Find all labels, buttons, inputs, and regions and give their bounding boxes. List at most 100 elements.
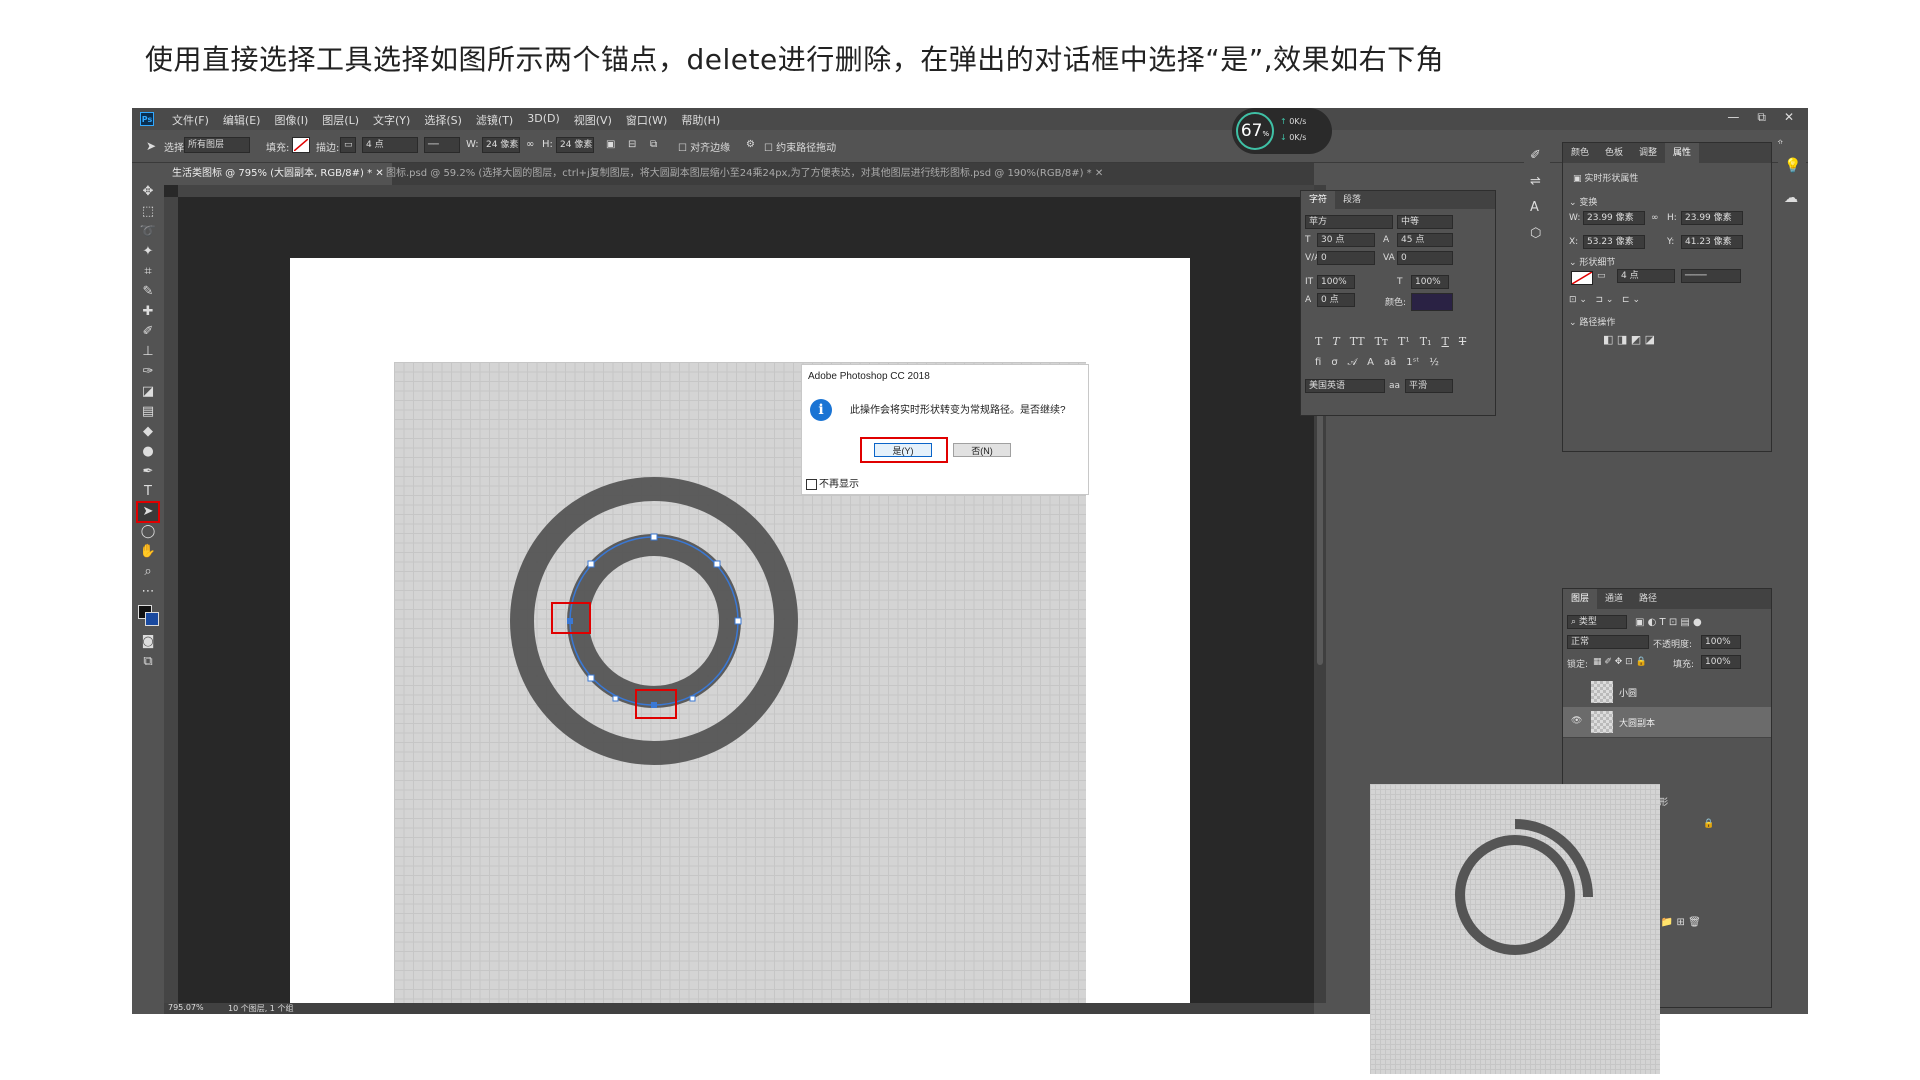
link-icon[interactable]: ∞ xyxy=(1651,213,1659,223)
tab-doc-2[interactable]: 图标.psd @ 59.2% (选择大圆的图层，ctrl+j复制图层，将大圆副本… xyxy=(378,163,934,185)
screen-mode-icon[interactable]: ⧉ xyxy=(138,653,158,671)
marquee-tool-icon[interactable]: ⬚ xyxy=(138,203,158,221)
3d-icon[interactable]: ⬡ xyxy=(1530,226,1541,241)
eye-icon[interactable]: 👁 xyxy=(1571,716,1582,726)
constrain-path-checkbox[interactable]: ☐ 约束路径拖动 xyxy=(764,139,836,154)
stroke-width-field[interactable]: 4 点 xyxy=(362,137,418,153)
fraction-icon[interactable]: ½ xyxy=(1429,357,1439,368)
language-dropdown[interactable]: 美国英语 xyxy=(1305,379,1385,393)
path-operations-section[interactable]: ⌄ 路径操作 xyxy=(1569,315,1615,328)
magic-wand-tool-icon[interactable]: ✦ xyxy=(138,243,158,261)
opacity-field[interactable]: 100% xyxy=(1701,635,1741,649)
tab-layers[interactable]: 图层 xyxy=(1563,589,1598,609)
layer-row[interactable]: 👁 大圆副本 xyxy=(1563,707,1771,738)
all-caps-icon[interactable]: TT xyxy=(1350,335,1365,348)
lasso-tool-icon[interactable]: ➰ xyxy=(138,223,158,241)
strikethrough-icon[interactable]: T xyxy=(1459,335,1466,348)
menu-window[interactable]: 窗口(W) xyxy=(626,112,667,128)
font-family-dropdown[interactable]: 苹方 xyxy=(1305,215,1393,229)
quick-mask-icon[interactable]: ◙ xyxy=(138,633,158,651)
underline-icon[interactable]: T xyxy=(1442,335,1449,348)
select-dropdown[interactable]: 所有图层 xyxy=(184,137,250,153)
arrow-tool-icon[interactable]: ➤ xyxy=(146,139,156,153)
crop-tool-icon[interactable]: ⌗ xyxy=(138,263,158,281)
titling-icon[interactable]: aā xyxy=(1384,357,1396,368)
yes-button[interactable]: 是(Y) xyxy=(874,443,932,457)
font-weight-dropdown[interactable]: 中等 xyxy=(1397,215,1453,229)
tracking-field[interactable]: 0 xyxy=(1397,251,1453,265)
shape-width-field[interactable]: 23.99 像素 xyxy=(1583,211,1645,225)
hand-tool-icon[interactable]: ✋ xyxy=(138,543,158,561)
path-arrange-icon[interactable]: ⧉ xyxy=(650,139,657,150)
history-brush-tool-icon[interactable]: ✑ xyxy=(138,363,158,381)
menu-layer[interactable]: 图层(L) xyxy=(322,112,359,128)
swash-icon[interactable]: 𝒜 xyxy=(1348,357,1357,368)
tab-color[interactable]: 颜色 xyxy=(1563,143,1597,163)
baseline-field[interactable]: 0 点 xyxy=(1317,293,1355,307)
tab-channels[interactable]: 通道 xyxy=(1597,589,1631,609)
superscript-icon[interactable]: T¹ xyxy=(1398,335,1410,348)
shape-fill-swatch[interactable] xyxy=(1571,271,1593,285)
scrollbar-thumb[interactable] xyxy=(1317,405,1323,665)
text-color-swatch[interactable] xyxy=(1411,293,1453,311)
brush-settings-icon[interactable]: ✐ xyxy=(1530,148,1541,163)
ordinal-icon[interactable]: 1ˢᵗ xyxy=(1406,357,1419,368)
faux-bold-icon[interactable]: T xyxy=(1315,335,1322,348)
menu-edit[interactable]: 编辑(E) xyxy=(223,112,261,128)
stroke-align-dropdown[interactable]: ⊡ ⌄ ⊐ ⌄ ⊏ ⌄ xyxy=(1569,295,1640,305)
vertical-scale-field[interactable]: 100% xyxy=(1317,275,1355,289)
subscript-icon[interactable]: T₁ xyxy=(1420,335,1432,348)
stamp-tool-icon[interactable]: ⊥ xyxy=(138,343,158,361)
blur-tool-icon[interactable]: ◆ xyxy=(138,423,158,441)
menu-3d[interactable]: 3D(D) xyxy=(527,112,560,128)
tab-character[interactable]: 字符 xyxy=(1301,191,1336,209)
eyedropper-tool-icon[interactable]: ✎ xyxy=(138,283,158,301)
close-button[interactable]: ✕ xyxy=(1784,110,1794,125)
font-size-field[interactable]: 30 点 xyxy=(1317,233,1375,247)
height-field[interactable]: 24 像素 xyxy=(556,137,594,153)
kerning-field[interactable]: 0 xyxy=(1317,251,1375,265)
tab-paths[interactable]: 路径 xyxy=(1631,589,1665,609)
path-align-icon[interactable]: ⊟ xyxy=(628,139,636,150)
dont-show-checkbox[interactable]: 不再显示 xyxy=(806,475,859,490)
menu-view[interactable]: 视图(V) xyxy=(574,112,612,128)
lock-icons[interactable]: ▦ ✐ ✥ ⊡ 🔒 xyxy=(1593,657,1647,667)
tab-paragraph[interactable]: 段落 xyxy=(1335,191,1369,209)
fill-swatch[interactable] xyxy=(292,137,310,153)
direct-selection-tool-icon[interactable]: ➤ xyxy=(136,501,160,523)
horizontal-scale-field[interactable]: 100% xyxy=(1411,275,1449,289)
shape-height-field[interactable]: 23.99 像素 xyxy=(1681,211,1743,225)
old-style-icon[interactable]: σ xyxy=(1331,357,1337,368)
antialias-dropdown[interactable]: 平滑 xyxy=(1405,379,1453,393)
move-tool-icon[interactable]: ✥ xyxy=(138,183,158,201)
color-swatches-icon[interactable] xyxy=(138,605,159,627)
canvas-area[interactable] xyxy=(164,185,1314,1003)
gradient-tool-icon[interactable]: ▤ xyxy=(138,403,158,421)
align-edges-checkbox[interactable]: ☐ 对齐边缘 xyxy=(678,139,730,154)
adjust-sliders-icon[interactable]: ⇌ xyxy=(1530,174,1541,189)
menu-help[interactable]: 帮助(H) xyxy=(681,112,720,128)
gear-icon[interactable]: ⚙ xyxy=(746,139,755,150)
faux-italic-icon[interactable]: T xyxy=(1332,335,1339,348)
cloud-icon[interactable]: ☁ xyxy=(1784,190,1798,206)
menu-type[interactable]: 文字(Y) xyxy=(373,112,410,128)
shape-stroke-width-field[interactable]: 4 点 xyxy=(1617,269,1675,283)
dodge-tool-icon[interactable]: ● xyxy=(138,443,158,461)
tab-properties[interactable]: 属性 xyxy=(1665,143,1700,163)
path-operation-buttons[interactable]: ◧ ◨ ◩ ◪ xyxy=(1603,333,1655,346)
ellipse-tool-icon[interactable]: ◯ xyxy=(138,523,158,541)
no-button[interactable]: 否(N) xyxy=(953,443,1011,457)
tab-doc-1[interactable]: 生活类图标 @ 795% (大圆副本, RGB/8#) * ✕ xyxy=(164,163,392,185)
healing-tool-icon[interactable]: ✚ xyxy=(138,303,158,321)
layer-filter-dropdown[interactable]: ⌕ 类型 xyxy=(1567,615,1627,629)
width-field[interactable]: 24 像素 xyxy=(482,137,520,153)
character-icon[interactable]: A xyxy=(1530,200,1539,215)
small-caps-icon[interactable]: Tᴛ xyxy=(1375,335,1388,348)
fill-field[interactable]: 100% xyxy=(1701,655,1741,669)
stroke-swatch[interactable]: ▭ xyxy=(340,137,356,153)
brush-tool-icon[interactable]: ✐ xyxy=(138,323,158,341)
path-ops-icon[interactable]: ▣ xyxy=(606,139,615,150)
zoom-tool-icon[interactable]: ⌕ xyxy=(138,563,158,581)
menu-file[interactable]: 文件(F) xyxy=(172,112,209,128)
menu-filter[interactable]: 滤镜(T) xyxy=(476,112,513,128)
